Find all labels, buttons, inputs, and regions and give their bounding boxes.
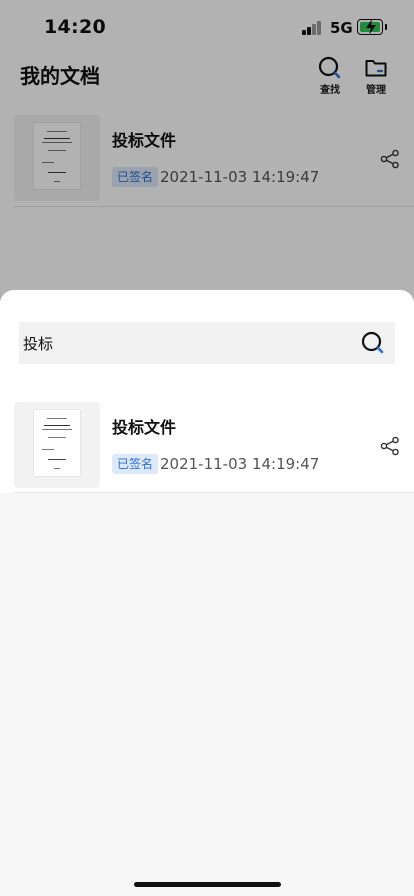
search-sheet: 投标文件 已签名 2021-11-03 14:19:47 (0, 290, 414, 896)
search-result-row[interactable]: 投标文件 已签名 2021-11-03 14:19:47 (0, 394, 414, 492)
document-title: 投标文件 (112, 418, 177, 437)
status-badge: 已签名 (112, 454, 159, 474)
search-input[interactable] (19, 322, 395, 364)
document-timestamp: 2021-11-03 14:19:47 (160, 455, 320, 473)
search-icon[interactable] (361, 331, 385, 355)
row-divider (14, 492, 414, 493)
search-sheet-content: 投标文件 已签名 2021-11-03 14:19:47 (0, 290, 414, 493)
share-icon[interactable] (380, 436, 400, 456)
screen: 14:20 5G 我的文档 查找 管理 投标文件 已签名 2021-11-03 … (0, 0, 414, 896)
home-indicator[interactable] (134, 882, 281, 887)
document-thumbnail (14, 402, 100, 488)
